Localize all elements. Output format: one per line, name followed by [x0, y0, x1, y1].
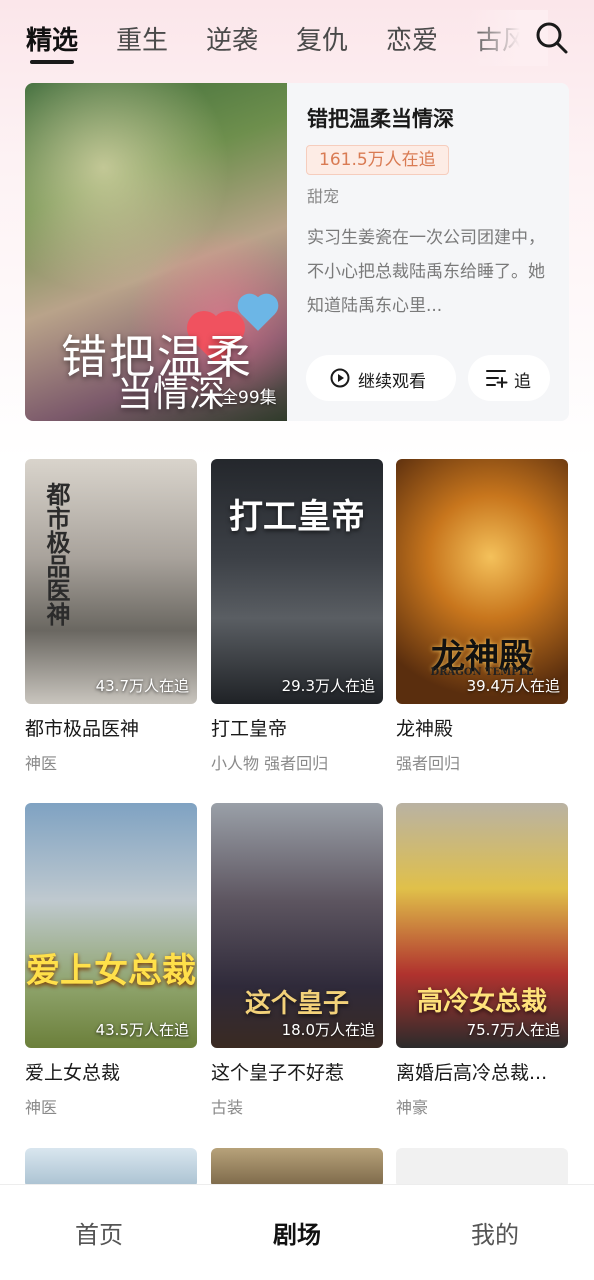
poster-title: 爱上女总裁 — [26, 951, 196, 991]
tab-featured[interactable]: 精选 — [26, 20, 78, 57]
view-count: 43.5万人在追 — [95, 1021, 189, 1039]
poster-title: 这个皇子 — [244, 989, 349, 1019]
featured-title: 错把温柔当情深 — [307, 107, 454, 131]
drama-title: 龙神殿 — [396, 718, 454, 740]
drama-title: 这个皇子不好惹 — [211, 1062, 345, 1084]
drama-tags: 古装 — [211, 1098, 244, 1117]
drama-poster[interactable]: 龙神殿 DRAGON TEMPLE 39.4万人在追 — [396, 459, 568, 704]
drama-title: 打工皇帝 — [211, 718, 288, 740]
view-count: 75.7万人在追 — [466, 1021, 560, 1039]
tab-revenge[interactable]: 复仇 — [296, 20, 348, 57]
poster-title-line2: 当情深 — [117, 374, 226, 415]
drama-title: 都市极品医神 — [25, 718, 140, 740]
drama-tags: 神豪 — [396, 1098, 429, 1117]
view-count: 43.7万人在追 — [95, 677, 189, 695]
drama-tags: 小人物 强者回归 — [211, 754, 329, 773]
add-list-icon — [486, 370, 508, 388]
poster-title: 高冷女总裁 — [416, 987, 547, 1017]
view-count: 39.4万人在追 — [466, 677, 560, 695]
episode-count: 全99集 — [221, 388, 277, 408]
drama-title: 爱上女总裁 — [25, 1062, 121, 1084]
view-count: 18.0万人在追 — [281, 1021, 375, 1039]
nav-home[interactable]: 首页 — [39, 1215, 159, 1250]
poster-title: 都市极品医神 — [42, 482, 71, 626]
tab-comeback[interactable]: 逆袭 — [206, 20, 258, 57]
view-count: 29.3万人在追 — [281, 677, 375, 695]
search-button[interactable] — [532, 18, 572, 58]
drama-title: 离婚后高冷总裁... — [396, 1062, 548, 1084]
followers-badge: 161.5万人在追 — [306, 145, 449, 175]
drama-poster[interactable]: 都市极品医神 43.7万人在追 — [25, 459, 197, 704]
drama-poster[interactable]: 这个皇子 18.0万人在追 — [211, 803, 383, 1048]
play-circle-icon — [330, 368, 350, 388]
featured-genre: 甜宠 — [307, 187, 340, 206]
nav-profile[interactable]: 我的 — [435, 1215, 555, 1250]
bottom-navigation: 首页 剧场 我的 — [0, 1184, 594, 1280]
follow-label: 追 — [514, 372, 531, 392]
search-icon — [536, 22, 568, 54]
drama-poster[interactable] — [211, 1148, 383, 1188]
drama-tags: 强者回归 — [396, 754, 461, 773]
drama-tags: 神医 — [25, 754, 58, 773]
drama-poster[interactable] — [25, 1148, 197, 1188]
continue-watching-button[interactable]: 继续观看 — [306, 355, 456, 401]
featured-poster[interactable]: 错把温柔 当情深 全99集 — [25, 83, 287, 421]
featured-description: 实习生姜瓷在一次公司团建中，不小心把总裁陆禹东给睡了。她知道陆禹东心里... — [307, 228, 545, 316]
featured-drama-card[interactable]: 错把温柔 当情深 全99集 错把温柔当情深 161.5万人在追 甜宠 实习生姜瓷… — [25, 83, 569, 421]
tab-rebirth[interactable]: 重生 — [116, 20, 168, 57]
poster-title: 打工皇帝 — [229, 497, 365, 537]
tab-romance[interactable]: 恋爱 — [386, 20, 438, 57]
category-tabs: 精选 重生 逆袭 复仇 恋爱 古风 — [0, 0, 594, 80]
nav-theater[interactable]: 剧场 — [237, 1215, 357, 1250]
continue-watching-label: 继续观看 — [358, 372, 426, 392]
drama-tags: 神医 — [25, 1098, 58, 1117]
active-tab-indicator — [30, 60, 74, 64]
drama-poster[interactable]: 爱上女总裁 43.5万人在追 — [25, 803, 197, 1048]
drama-poster[interactable]: 打工皇帝 29.3万人在追 — [211, 459, 383, 704]
follow-button[interactable]: 追 — [468, 355, 550, 401]
drama-poster-placeholder — [396, 1148, 568, 1188]
drama-poster[interactable]: 高冷女总裁 75.7万人在追 — [396, 803, 568, 1048]
